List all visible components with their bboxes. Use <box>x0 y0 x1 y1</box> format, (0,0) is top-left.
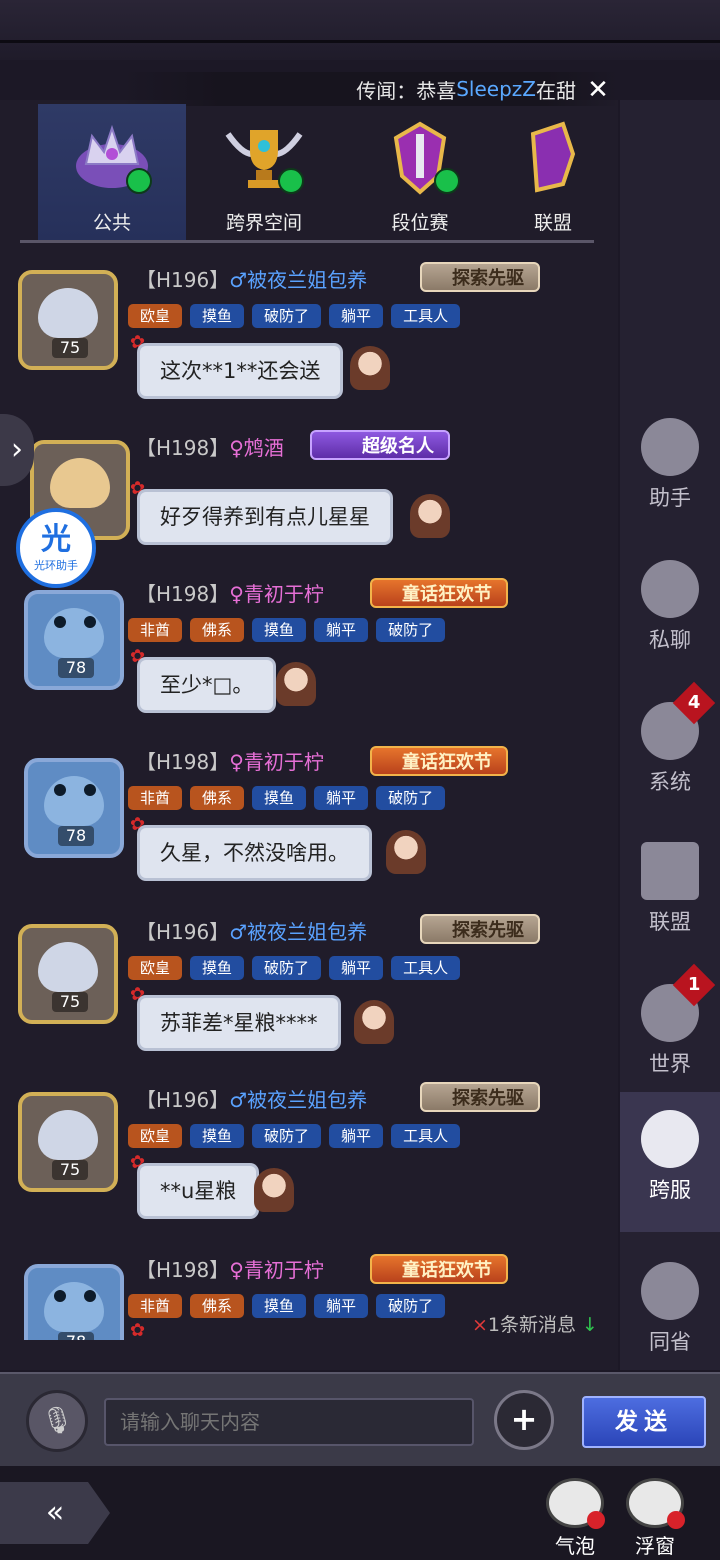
chat-bubble-icon <box>546 1478 605 1529</box>
sidebar-item-private[interactable]: 私聊 <box>620 542 720 682</box>
tag: 破防了 <box>376 1294 446 1318</box>
unread-badge: 4 <box>672 681 716 725</box>
send-button[interactable]: 发送 <box>582 1396 706 1448</box>
witch-icon <box>641 418 699 476</box>
sidebar-label: 同省 <box>649 1330 691 1354</box>
sidebar-label: 联盟 <box>649 910 691 934</box>
player-name-line[interactable]: 【H198】♀青初于柠 <box>136 1254 324 1283</box>
halo-assistant-button[interactable]: 光 光环助手 <box>16 508 96 588</box>
bow-icon: ✿ <box>130 1320 146 1340</box>
new-message-indicator[interactable]: ×1条新消息 ↓ <box>472 1310 598 1337</box>
tag: 摸鱼 <box>252 1294 307 1318</box>
down-arrow-icon: ↓ <box>582 1314 598 1336</box>
sidebar-label: 跨服 <box>649 1178 691 1202</box>
channel-sidebar: 助手 私聊 4 系统 联盟 1 世界 跨服 同省 <box>620 100 720 1370</box>
compass-icon: 1 <box>641 963 716 1042</box>
player-name: 青初于柠 <box>243 1258 324 1282</box>
megaphone-icon: 4 <box>641 681 716 760</box>
location-pin-icon <box>641 1262 699 1320</box>
title-badge: 童话狂欢节 <box>370 1254 508 1284</box>
sidebar-item-alliance[interactable]: 联盟 <box>620 824 720 964</box>
sidebar-label: 系统 <box>649 770 691 794</box>
female-icon: ♀ <box>229 1258 244 1282</box>
chat-message: 78 【H198】♀青初于柠 童话狂欢节 非酋 佛系 摸鱼 躺平 破防了 ✿ <box>0 0 618 1340</box>
banner-icon <box>641 842 699 900</box>
player-avatar[interactable]: 78 <box>24 1264 124 1340</box>
assistant-logo: 光 <box>41 522 71 557</box>
sidebar-item-system[interactable]: 4 系统 <box>620 681 720 824</box>
float-window-button[interactable]: 浮窗 <box>620 1478 690 1558</box>
sidebar-item-cross-server[interactable]: 跨服 <box>620 1092 720 1232</box>
tag: 躺平 <box>314 1294 369 1318</box>
sidebar-item-world[interactable]: 1 世界 <box>620 963 720 1106</box>
chat-input[interactable] <box>104 1398 474 1446</box>
ghost-icon <box>641 560 699 618</box>
sidebar-item-assistant[interactable]: 助手 <box>620 400 720 540</box>
sidebar-label: 世界 <box>649 1052 691 1076</box>
bubble-label: 气泡 <box>555 1534 595 1558</box>
globe-icon <box>641 1110 699 1168</box>
avatar-face <box>44 1282 104 1332</box>
tag-list: 非酋 佛系 摸鱼 躺平 破防了 <box>128 1294 446 1318</box>
tag: 佛系 <box>190 1294 245 1318</box>
float-window-icon <box>626 1478 685 1529</box>
sidebar-item-province[interactable]: 同省 <box>620 1244 720 1384</box>
back-arrow-icon[interactable]: « <box>0 1482 110 1544</box>
plus-button[interactable]: + <box>494 1390 554 1450</box>
float-label: 浮窗 <box>635 1534 675 1558</box>
microphone-icon[interactable]: 🎙 <box>26 1390 88 1452</box>
server-tag: 【H198】 <box>136 1258 230 1282</box>
new-message-close: × <box>472 1314 488 1336</box>
avatar-eye <box>54 1290 66 1302</box>
avatar-level: 78 <box>58 1332 94 1340</box>
new-message-text: 1条新消息 <box>487 1314 577 1336</box>
sidebar-label: 私聊 <box>649 628 691 652</box>
unread-badge: 1 <box>672 963 716 1007</box>
assistant-label: 光环助手 <box>34 559 78 572</box>
avatar-eye <box>84 1290 96 1302</box>
sidebar-label: 助手 <box>649 486 691 510</box>
bubble-button[interactable]: 气泡 <box>540 1478 610 1558</box>
tag: 非酋 <box>128 1294 183 1318</box>
